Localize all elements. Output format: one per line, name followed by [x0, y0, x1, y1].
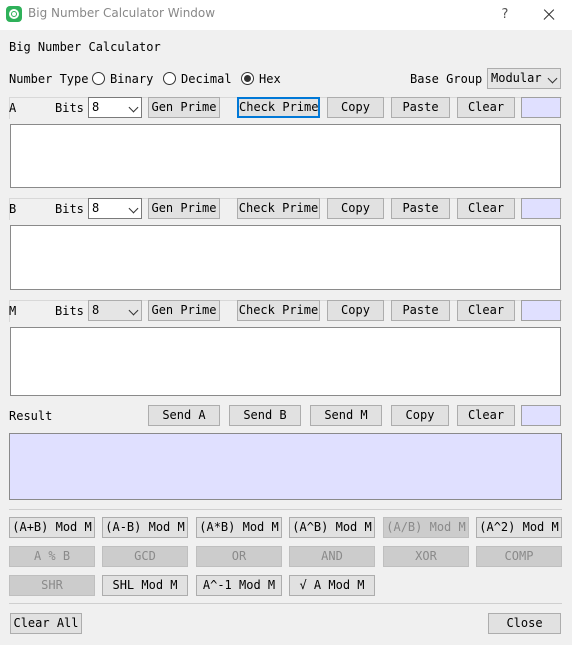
radio-decimal-label[interactable]: Decimal — [181, 72, 232, 86]
op-comp-button[interactable]: COMP — [476, 546, 562, 567]
row-a-bits-label: Bits — [55, 101, 84, 115]
op-shl-mod-button[interactable]: SHL Mod M — [102, 575, 188, 596]
row-m-color-swatch[interactable] — [521, 300, 561, 321]
row-a-color-swatch[interactable] — [521, 97, 561, 118]
row-m-clear-button[interactable]: Clear — [457, 300, 515, 321]
op-pow-mod-button[interactable]: (A^B) Mod M — [289, 517, 375, 538]
radio-binary-label[interactable]: Binary — [110, 72, 153, 86]
radio-hex-label[interactable]: Hex — [259, 72, 281, 86]
clear-all-button[interactable]: Clear All — [10, 613, 82, 634]
row-b-bits-label: Bits — [55, 202, 84, 216]
result-output[interactable] — [9, 433, 562, 500]
row-m-paste-button[interactable]: Paste — [391, 300, 450, 321]
divider — [9, 603, 562, 604]
row-m-copy-button[interactable]: Copy — [327, 300, 384, 321]
row-m-bits-label: Bits — [55, 304, 84, 318]
chevron-down-icon — [128, 305, 139, 316]
result-label: Result — [9, 409, 53, 423]
row-b-input[interactable] — [10, 225, 561, 290]
row-m-bits-value: 8 — [92, 303, 100, 317]
base-group-label: Base Group — [410, 72, 483, 86]
row-a-clear-button[interactable]: Clear — [457, 97, 515, 118]
op-add-mod-button[interactable]: (A+B) Mod M — [9, 517, 95, 538]
row-m-check-prime-button[interactable]: Check Prime — [237, 300, 320, 321]
close-icon[interactable] — [538, 4, 560, 26]
op-inverse-mod-button[interactable]: A^-1 Mod M — [196, 575, 282, 596]
row-a-gen-prime-button[interactable]: Gen Prime — [148, 97, 220, 118]
row-b-color-swatch[interactable] — [521, 198, 561, 219]
chevron-down-icon — [128, 102, 139, 113]
op-sqrt-mod-button[interactable]: √ A Mod M — [289, 575, 375, 596]
row-a-paste-button[interactable]: Paste — [391, 97, 450, 118]
row-b-copy-button[interactable]: Copy — [327, 198, 384, 219]
row-a-bits-value: 8 — [92, 100, 100, 114]
row-b-check-prime-button[interactable]: Check Prime — [237, 198, 320, 219]
op-mod-button[interactable]: A % B — [9, 546, 95, 567]
send-a-button[interactable]: Send A — [148, 405, 220, 426]
send-m-button[interactable]: Send M — [310, 405, 382, 426]
result-color-swatch[interactable] — [521, 405, 561, 426]
op-or-button[interactable]: OR — [196, 546, 282, 567]
number-type-label: Number Type — [9, 72, 89, 86]
help-button[interactable]: ? — [494, 4, 516, 26]
calculator-app-icon — [6, 6, 22, 22]
row-b-clear-button[interactable]: Clear — [457, 198, 515, 219]
op-shr-button[interactable]: SHR — [9, 575, 95, 596]
chevron-down-icon — [547, 73, 558, 84]
radio-decimal[interactable] — [163, 72, 176, 85]
base-group-value: Modular — [491, 71, 542, 85]
row-m-input[interactable] — [10, 327, 561, 396]
row-m-bits-select[interactable]: 8 — [88, 300, 142, 321]
op-mul-mod-button[interactable]: (A*B) Mod M — [196, 517, 282, 538]
op-square-mod-button[interactable]: (A^2) Mod M — [476, 517, 562, 538]
row-b-label: B — [9, 202, 17, 216]
op-and-button[interactable]: AND — [289, 546, 375, 567]
close-button[interactable]: Close — [488, 613, 561, 634]
row-m-gen-prime-button[interactable]: Gen Prime — [148, 300, 220, 321]
op-sub-mod-button[interactable]: (A-B) Mod M — [102, 517, 188, 538]
row-b-bits-select[interactable]: 8 — [88, 198, 142, 219]
row-a-bits-select[interactable]: 8 — [88, 97, 142, 118]
divider — [9, 509, 562, 510]
chevron-down-icon — [128, 203, 139, 214]
radio-hex[interactable] — [241, 72, 254, 85]
op-xor-button[interactable]: XOR — [383, 546, 469, 567]
base-group-select[interactable]: Modular — [487, 68, 561, 89]
row-a-check-prime-button[interactable]: Check Prime — [237, 97, 320, 118]
result-clear-button[interactable]: Clear — [457, 405, 515, 426]
row-a-label: A — [9, 101, 17, 115]
row-b-gen-prime-button[interactable]: Gen Prime — [148, 198, 220, 219]
row-a-copy-button[interactable]: Copy — [327, 97, 384, 118]
op-gcd-button[interactable]: GCD — [102, 546, 188, 567]
result-copy-button[interactable]: Copy — [391, 405, 449, 426]
page-title: Big Number Calculator — [9, 40, 161, 54]
op-div-mod-button[interactable]: (A/B) Mod M — [383, 517, 469, 538]
row-a-input[interactable] — [10, 124, 561, 188]
window-title: Big Number Calculator Window — [28, 6, 216, 20]
row-b-paste-button[interactable]: Paste — [391, 198, 450, 219]
row-b-bits-value: 8 — [92, 201, 100, 215]
row-m-label: M — [9, 304, 17, 318]
send-b-button[interactable]: Send B — [229, 405, 301, 426]
radio-binary[interactable] — [92, 72, 105, 85]
